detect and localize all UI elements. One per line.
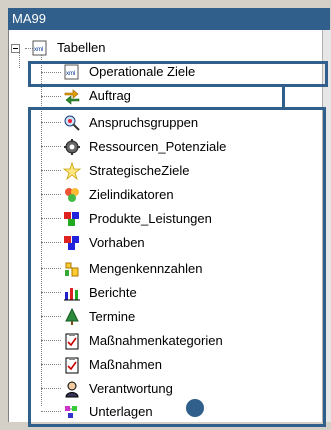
svg-text:xml: xml (34, 47, 43, 53)
callout-connector (282, 86, 285, 108)
window-title: MA99 (8, 8, 330, 30)
highlight-box-list (28, 107, 326, 427)
highlight-box-top (28, 61, 328, 87)
tree-node-label: Tabellen (57, 40, 106, 55)
tree-node-label: Auftrag (89, 88, 131, 103)
exchange-arrows-icon (64, 89, 80, 105)
xml-file-icon: xml (32, 40, 47, 56)
tree-node-auftrag[interactable]: Auftrag (63, 85, 263, 107)
tree-node-tabellen[interactable]: xml Tabellen (31, 37, 231, 59)
callout-marker (186, 399, 204, 417)
collapse-toggle[interactable] (11, 44, 20, 53)
app-window: MA99 xml Tabellen xml Operationale Ziele (0, 0, 331, 430)
